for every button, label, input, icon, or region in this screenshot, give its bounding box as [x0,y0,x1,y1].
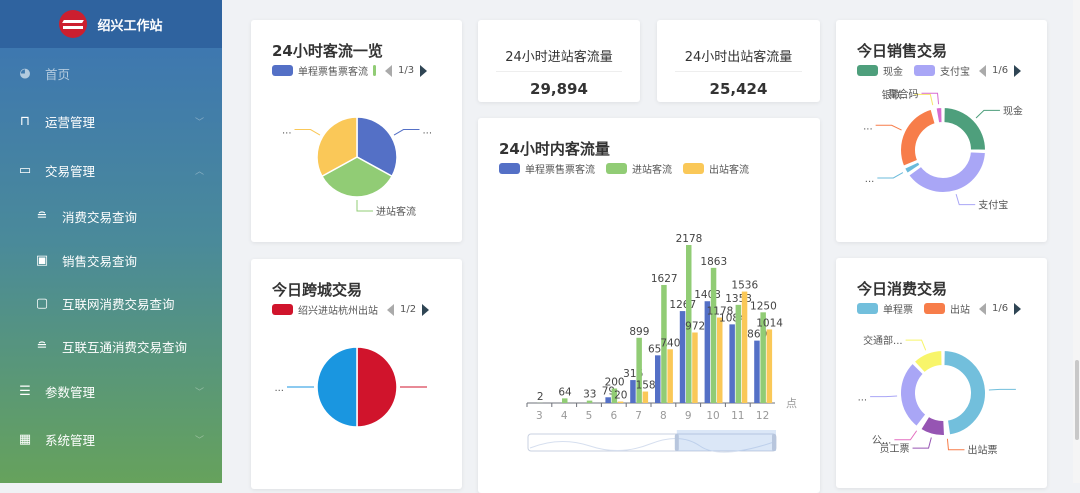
legend: 现金 支付宝 1/6 [857,63,1021,78]
legend: 绍兴进站杭州出站 1/2 [272,302,429,317]
next-page-icon[interactable] [422,304,429,316]
chevron-icon: ︿ [195,164,204,177]
card-title: 今日跨城交易 [272,279,362,300]
legend-item[interactable]: 进站客流 [632,161,672,176]
legend-page: 1/3 [398,65,414,76]
legend: 单程票售票客流 进站客流 出站客流 [499,161,749,176]
list-icon: ☰ [17,384,33,399]
legend: 单程票 出站 1/6 [857,301,1021,316]
card-title: 今日销售交易 [857,40,947,61]
legend-item[interactable]: 单程票 [883,301,913,316]
legend-swatch [914,65,935,76]
legend-item[interactable]: 现金 [883,63,903,78]
legend: 单程票售票客流 1/3 [272,63,427,78]
kpi-label: 24小时出站客流量 [657,46,820,65]
sidebar-item-5[interactable]: ▢ 互联网消费交易查询 [0,283,222,323]
sidebar-item-2[interactable]: ▭ 交易管理 ︿ [0,150,222,190]
card-hourly-flow: 24小时内客流量 单程票售票客流 进站客流 出站客流 [478,118,820,493]
kpi-card-exit: 24小时出站客流量 25,424 [657,20,820,102]
legend-swatch [272,304,293,315]
prev-page-icon[interactable] [387,304,394,316]
legend-swatch [499,163,520,174]
sidebar-item-label: 交易管理 [45,161,95,180]
legend-item[interactable]: 支付宝 [940,63,970,78]
prev-page-icon[interactable] [979,303,986,315]
next-page-icon[interactable] [1014,65,1021,77]
card-sales: 今日销售交易 现金 支付宝 1/6 [836,20,1047,242]
legend-swatch [924,303,945,314]
legend-item[interactable]: 单程票售票客流 [525,161,595,176]
next-page-icon[interactable] [420,65,427,77]
sidebar-item-6[interactable]: ≘ 互联互通消费交易查询 [0,326,222,366]
legend-swatch [272,65,293,76]
sidebar: 绍兴工作站 ◕ 首页 ⊓ 运营管理 ﹀ ▭ 交易管理 ︿ ≘ 消费交易查询 ▣ 销售交易查询 ▢ 互联网消… [0,0,222,483]
sidebar-item-label: 互联网消费交易查询 [62,294,175,313]
prev-page-icon[interactable] [385,65,392,77]
legend-swatch [857,303,878,314]
kpi-value: 25,424 [657,80,820,98]
sidebar-item-label: 首页 [45,64,70,83]
sidebar-item-1[interactable]: ⊓ 运营管理 ﹀ [0,101,222,141]
legend-swatch [683,163,704,174]
kpi-card-entry: 24小时进站客流量 29,894 [478,20,640,102]
dashboard-icon: ◕ [17,66,33,81]
card-title: 24小时内客流量 [499,138,610,159]
logo-icon [59,10,87,38]
kpi-value: 29,894 [478,80,640,98]
sidebar-item-label: 系统管理 [45,430,95,449]
brand-header: 绍兴工作站 [0,0,222,48]
card-24h-flow: 24小时客流一览 单程票售票客流 1/3 [251,20,462,242]
chevron-icon: ﹀ [195,385,204,398]
brand-name: 绍兴工作站 [97,15,162,34]
sidebar-item-label: 互联互通消费交易查询 [62,337,187,356]
legend-item[interactable]: 出站客流 [709,161,749,176]
legend-swatch [857,65,878,76]
sidebar-item-7[interactable]: ☰ 参数管理 ﹀ [0,371,222,411]
next-page-icon[interactable] [1014,303,1021,315]
sidebar-item-label: 参数管理 [45,382,95,401]
sidebar-item-3[interactable]: ≘ 消费交易查询 [0,196,222,236]
prev-page-icon[interactable] [979,65,986,77]
card-consume: 今日消费交易 单程票 出站 1/6 [836,258,1047,488]
folder-icon: ▢ [34,296,50,311]
sidebar-item-0[interactable]: ◕ 首页 [0,53,222,93]
database-icon: ≘ [34,339,50,354]
kpi-label: 24小时进站客流量 [478,46,640,65]
sidebar-item-label: 销售交易查询 [62,251,137,270]
scrollbar-thumb[interactable] [1075,360,1079,440]
chevron-icon: ﹀ [195,115,204,128]
legend-swatch [606,163,627,174]
legend-page: 1/2 [400,304,416,315]
cart-icon: ⊓ [17,114,33,129]
legend-page: 1/6 [992,65,1008,76]
sidebar-item-label: 消费交易查询 [62,207,137,226]
legend-item[interactable]: 绍兴进站杭州出站 [298,302,378,317]
card-title: 24小时客流一览 [272,40,383,61]
legend-swatch [373,65,376,76]
chevron-icon: ﹀ [195,433,204,446]
legend-item[interactable]: 出站 [950,301,970,316]
sidebar-item-label: 运营管理 [45,112,95,131]
legend-page: 1/6 [992,303,1008,314]
legend-item[interactable]: 单程票售票客流 [298,63,368,78]
database-icon: ≘ [34,209,50,224]
card-icon: ▭ [17,163,33,178]
grid-icon: ▦ [17,432,33,447]
card-cross-city: 今日跨城交易 绍兴进站杭州出站 1/2 [251,259,462,489]
sidebar-item-8[interactable]: ▦ 系统管理 ﹀ [0,419,222,459]
wallet-icon: ▣ [34,253,50,268]
sidebar-item-4[interactable]: ▣ 销售交易查询 [0,240,222,280]
card-title: 今日消费交易 [857,278,947,299]
